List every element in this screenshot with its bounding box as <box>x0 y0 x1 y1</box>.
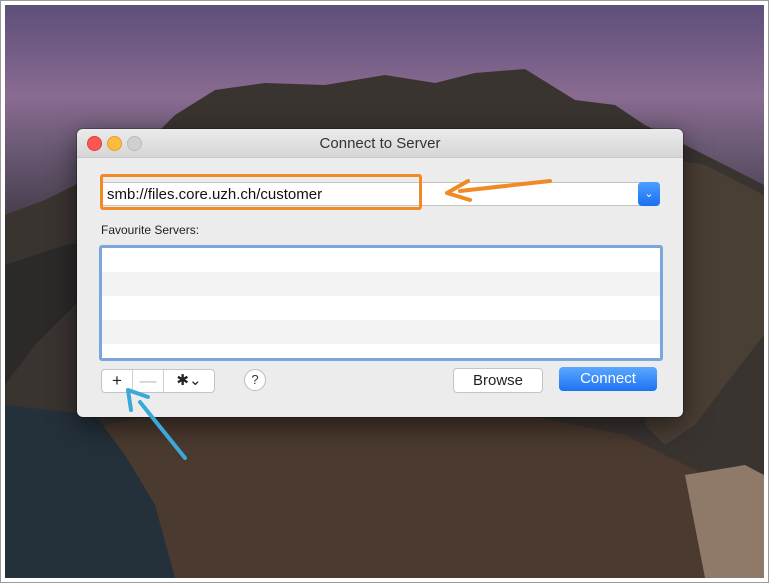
blue-arrow-icon <box>126 388 187 460</box>
orange-arrow-icon <box>445 179 552 202</box>
annotation-overlay <box>126 179 552 460</box>
